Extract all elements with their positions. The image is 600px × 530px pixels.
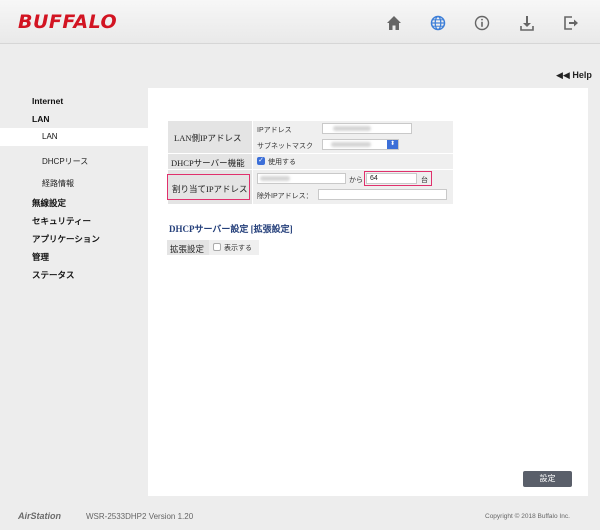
subnet-mask-select[interactable]: ⬍ (322, 139, 399, 150)
help-link[interactable]: ◀◀ Help (556, 70, 592, 81)
highlight-box (364, 171, 432, 186)
info-icon[interactable] (473, 14, 491, 32)
sidebar-item-application[interactable]: アプリケーション (32, 233, 100, 245)
lan-ip-label: LAN側IPアドレス (174, 133, 242, 143)
sidebar-item-label: LAN (42, 132, 58, 141)
sidebar-item-dhcp-lease[interactable]: DHCPリース (42, 156, 88, 167)
sidebar-item-internet[interactable]: Internet (32, 96, 63, 106)
exclude-ip-input[interactable] (318, 189, 447, 200)
chevron-updown-icon: ⬍ (387, 140, 398, 149)
ext-setting-label-cell: 拡張設定 (167, 240, 209, 255)
model-version: WSR-2533DHP2 Version 1.20 (86, 512, 194, 521)
airstation-logo: AirStation (18, 511, 62, 521)
ip-address-label: IPアドレス (257, 127, 292, 134)
globe-icon[interactable] (429, 14, 447, 32)
assign-ip-label: 割り当てIPアドレス (172, 184, 248, 194)
dhcp-enable-checkbox[interactable]: ✓ (257, 157, 265, 165)
from-label: から (349, 177, 363, 184)
sidebar-item-admin[interactable]: 管理 (32, 251, 49, 263)
exclude-ip-label: 除外IPアドレス： (257, 193, 313, 200)
home-icon[interactable] (385, 14, 403, 32)
dhcp-advanced-title: DHCPサーバー設定 [拡張設定] (169, 224, 293, 234)
sidebar-item-wireless[interactable]: 無線設定 (32, 197, 66, 209)
logout-icon[interactable] (562, 14, 580, 32)
redacted-value (333, 126, 371, 131)
sidebar-item-status[interactable]: ステータス (32, 269, 75, 281)
ext-setting-label: 拡張設定 (170, 244, 205, 254)
dhcp-start-ip-input[interactable] (257, 173, 346, 184)
copyright: Copyright © 2018 Buffalo Inc. (485, 513, 570, 520)
download-icon[interactable] (518, 14, 536, 32)
sidebar-item-route-info[interactable]: 経路情報 (42, 178, 74, 189)
show-ext-checkbox[interactable] (213, 243, 221, 251)
sidebar-item-security[interactable]: セキュリティー (32, 215, 91, 227)
save-button[interactable]: 設定 (523, 471, 572, 487)
buffalo-logo: BUFFALO (18, 11, 118, 33)
sidebar-item-lan[interactable]: LAN (32, 114, 49, 124)
redacted-value (331, 142, 371, 147)
dhcp-label: DHCPサーバー機能 (171, 158, 245, 168)
lan-ip-label-cell: LAN側IPアドレス (168, 121, 252, 153)
sidebar-item-lan-sub[interactable]: LAN (0, 128, 148, 146)
dhcp-label-cell: DHCPサーバー機能 (168, 154, 252, 169)
dhcp-use-label: 使用する (268, 159, 296, 166)
redacted-value (260, 176, 290, 181)
show-ext-label: 表示する (224, 245, 252, 252)
top-header: BUFFALO (0, 0, 600, 44)
subnet-mask-label: サブネットマスク (257, 143, 313, 150)
ip-address-input[interactable] (322, 123, 412, 134)
